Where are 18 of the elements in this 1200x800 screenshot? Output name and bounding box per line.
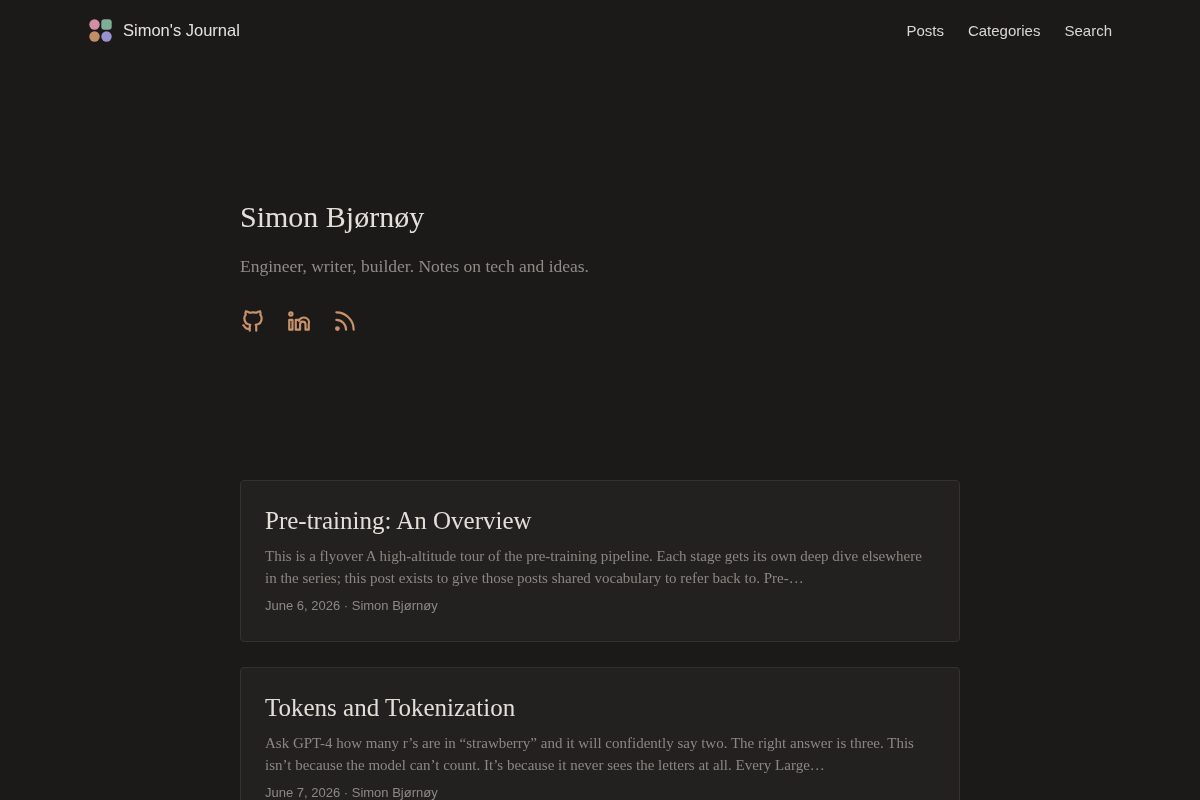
post-card[interactable] <box>240 480 960 642</box>
post-meta: June 6, 2026 · Simon Bjørnøy <box>265 597 439 615</box>
post-title[interactable]: Tokens and Tokenization <box>265 692 935 724</box>
post-title[interactable]: Pre-training: An Overview <box>265 505 935 537</box>
site-title[interactable]: Simon's Journal <box>123 20 240 40</box>
post-meta: June 7, 2026 · Simon Bjørnøy <box>265 784 439 800</box>
profile-bio: Engineer, writer, builder. Notes on tech and ideas. <box>240 255 590 278</box>
profile-name: Simon Bjørnøy <box>240 199 426 235</box>
logo-icon <box>89 18 112 42</box>
nav-link[interactable]: Categories <box>967 21 1041 39</box>
post-card[interactable] <box>240 667 960 800</box>
linkedin-icon <box>286 308 312 334</box>
post-excerpt: Ask GPT-4 how many r’s are in “strawberry” and it will confidently say two. The right answer is three. This isn’t because the model can’t count. It’s because it never sees the letters at all. Every Large… <box>265 734 915 775</box>
post-excerpt: This is a flyover A high-altitude tour of the pre-training pipeline. Each stage gets its own deep dive elsewhere in the series; this post exists to give those posts shared vocabulary to refer back to. Pre-… <box>265 547 923 588</box>
nav-link[interactable]: Posts <box>906 21 944 39</box>
rss-feed-icon <box>332 308 358 334</box>
nav-link[interactable]: Search <box>1064 21 1112 39</box>
github-icon <box>240 308 266 334</box>
